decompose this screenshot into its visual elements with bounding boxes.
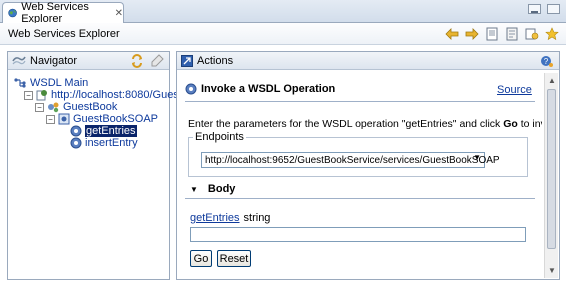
service-icon xyxy=(48,102,59,113)
tree-label-insertentry: insertEntry xyxy=(85,137,138,149)
operation-icon xyxy=(70,137,82,149)
actions-panel: Actions ? Invoke a WSDL Operation Source… xyxy=(176,51,560,280)
forward-arrow-icon[interactable] xyxy=(464,26,480,42)
invoke-heading: Invoke a WSDL Operation xyxy=(185,83,335,95)
tree-node-guestbook[interactable]: − GuestBook xyxy=(35,101,117,113)
collapse-toggle[interactable]: − xyxy=(46,114,55,124)
tree-node-endpoint[interactable]: − http://localhost:8080/GuestBoo xyxy=(24,89,201,101)
reset-button[interactable]: Reset xyxy=(217,250,251,267)
tree-label-getentries: getEntries xyxy=(85,125,137,137)
endpoints-label: Endpoints xyxy=(193,131,246,143)
navigator-title: Navigator xyxy=(30,54,78,67)
actions-content: Invoke a WSDL Operation Source Enter the… xyxy=(180,73,542,277)
favorites-icon[interactable] xyxy=(524,26,540,42)
operation-icon xyxy=(70,125,82,137)
navigator-icon xyxy=(12,56,26,64)
tree-node-guestbooksoap[interactable]: − GuestBookSOAP xyxy=(46,113,158,125)
heading-divider xyxy=(185,101,535,102)
back-arrow-icon[interactable] xyxy=(444,26,460,42)
star-icon[interactable] xyxy=(544,26,560,42)
view-header: Web Services Explorer xyxy=(0,23,566,45)
navigator-panel: Navigator WSDL Main − http://localhost:8… xyxy=(7,51,201,280)
endpoints-fieldset: Endpoints http://localhost:9652/GuestBoo… xyxy=(188,131,528,177)
instructions-text: Enter the parameters for the WSDL operat… xyxy=(188,118,542,130)
tree-label-guestbook: GuestBook xyxy=(63,101,118,113)
wsdl-file-icon xyxy=(36,90,47,101)
clear-icon[interactable] xyxy=(149,53,165,69)
actions-header: Actions ? xyxy=(177,52,559,70)
param-name-link[interactable]: getEntries xyxy=(190,212,240,224)
body-divider xyxy=(185,198,535,199)
binding-icon xyxy=(58,113,70,125)
minimize-button[interactable] xyxy=(528,4,541,14)
vertical-scrollbar[interactable]: ▲ ▼ xyxy=(544,73,558,278)
tree-node-insertentry[interactable]: insertEntry xyxy=(70,137,138,149)
source-link[interactable]: Source xyxy=(497,84,532,96)
tree-node-wsdl-main[interactable]: WSDL Main xyxy=(14,77,88,89)
actions-icon xyxy=(181,54,193,67)
view-toolbar xyxy=(444,26,560,42)
parameter-row: getEntries string xyxy=(190,212,270,224)
window-controls xyxy=(528,4,560,14)
collapse-toggle[interactable]: − xyxy=(24,90,33,100)
body-label: Body xyxy=(207,183,236,195)
maximize-button[interactable] xyxy=(547,4,560,14)
svg-text:?: ? xyxy=(544,57,549,66)
wsdl-tree-icon xyxy=(14,78,26,88)
body-section-header[interactable]: ▼ Body xyxy=(190,183,235,195)
endpoint-select[interactable]: http://localhost:9652/GuestBookService/s… xyxy=(201,152,500,168)
refresh-icon[interactable] xyxy=(129,53,145,69)
param-type: string xyxy=(243,212,271,224)
tree-label-guestbooksoap: GuestBookSOAP xyxy=(73,113,158,125)
globe-icon xyxy=(8,8,17,18)
tree-node-getentries[interactable]: getEntries xyxy=(70,125,137,137)
scroll-up-icon[interactable]: ▲ xyxy=(548,76,556,85)
collapse-toggle[interactable]: − xyxy=(35,102,44,112)
help-icon[interactable]: ? xyxy=(539,53,555,69)
page-icon[interactable] xyxy=(484,26,500,42)
param-value-input[interactable] xyxy=(190,227,526,242)
go-button[interactable]: Go xyxy=(190,250,212,267)
invoke-title: Invoke a WSDL Operation xyxy=(201,83,336,95)
actions-title: Actions xyxy=(197,54,234,67)
endpoint-value: http://localhost:9652/GuestBookService/s… xyxy=(205,154,500,166)
invoke-icon xyxy=(185,83,197,95)
tab-title: Web Services Explorer xyxy=(21,1,89,25)
document-icon[interactable] xyxy=(504,26,520,42)
close-icon[interactable]: ✕ xyxy=(115,8,123,19)
dropdown-arrow-icon: ▼ xyxy=(473,153,481,162)
view-title: Web Services Explorer xyxy=(8,27,120,40)
tab-web-services-explorer[interactable]: Web Services Explorer ✕ xyxy=(2,1,124,25)
tree-label-wsdl-main: WSDL Main xyxy=(30,77,89,89)
navigator-header: Navigator xyxy=(8,52,169,70)
collapse-arrow-icon[interactable]: ▼ xyxy=(190,185,198,194)
scroll-down-icon[interactable]: ▼ xyxy=(548,266,556,275)
editor-tab-bar: Web Services Explorer ✕ xyxy=(0,0,566,25)
scroll-thumb[interactable] xyxy=(547,89,556,249)
